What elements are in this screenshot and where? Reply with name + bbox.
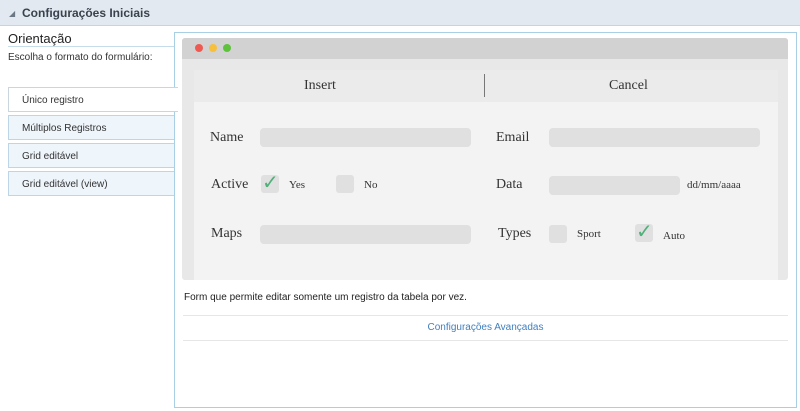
close-dot-icon	[195, 44, 203, 52]
section-title: Configurações Iniciais	[22, 6, 151, 20]
toolbar-divider	[484, 74, 485, 97]
option-unico-registro[interactable]: Único registro	[8, 87, 178, 112]
maximize-dot-icon	[223, 44, 231, 52]
minimize-dot-icon	[209, 44, 217, 52]
advanced-settings-link[interactable]: Configurações Avançadas	[183, 322, 788, 333]
no-checkbox	[336, 175, 354, 193]
yes-label: Yes	[289, 179, 306, 191]
format-description: Form que permite editar somente um regis…	[184, 292, 467, 303]
active-label: Active	[211, 177, 249, 192]
option-grid-editavel-view[interactable]: Grid editável (view)	[8, 171, 175, 196]
maps-label: Maps	[211, 226, 243, 241]
email-field	[549, 128, 760, 147]
checkmark-icon: ✓	[262, 170, 279, 194]
preview-form: Insert Cancel Name Email Active ✓ Yes No…	[194, 70, 778, 280]
sport-label: Sport	[577, 228, 601, 240]
checkmark-icon: ✓	[636, 219, 653, 243]
option-grid-editavel[interactable]: Grid editável	[8, 143, 175, 168]
form-toolbar: Insert Cancel	[194, 70, 778, 102]
types-label: Types	[498, 226, 532, 241]
date-field	[549, 176, 680, 195]
window-titlebar	[182, 38, 788, 59]
maps-field	[260, 225, 471, 244]
cancel-button: Cancel	[609, 78, 648, 93]
divider	[183, 340, 788, 341]
data-label: Data	[496, 177, 523, 192]
divider	[8, 46, 175, 47]
date-format: dd/mm/aaaa	[687, 179, 741, 191]
auto-label: Auto	[663, 230, 685, 242]
section-header[interactable]: ◢ Configurações Iniciais	[0, 0, 800, 26]
name-field	[260, 128, 471, 147]
insert-button: Insert	[304, 78, 336, 93]
orientation-hint: Escolha o formato do formulário:	[8, 52, 153, 63]
divider	[183, 315, 788, 316]
option-multiplos-registros[interactable]: Múltiplos Registros	[8, 115, 175, 140]
no-label: No	[364, 179, 378, 191]
triangle-down-icon[interactable]: ◢	[9, 9, 15, 18]
email-label: Email	[496, 130, 530, 145]
preview-window: Insert Cancel Name Email Active ✓ Yes No…	[182, 38, 788, 280]
sport-checkbox	[549, 225, 567, 243]
orientation-label: Orientação	[8, 31, 72, 46]
name-label: Name	[210, 130, 244, 145]
